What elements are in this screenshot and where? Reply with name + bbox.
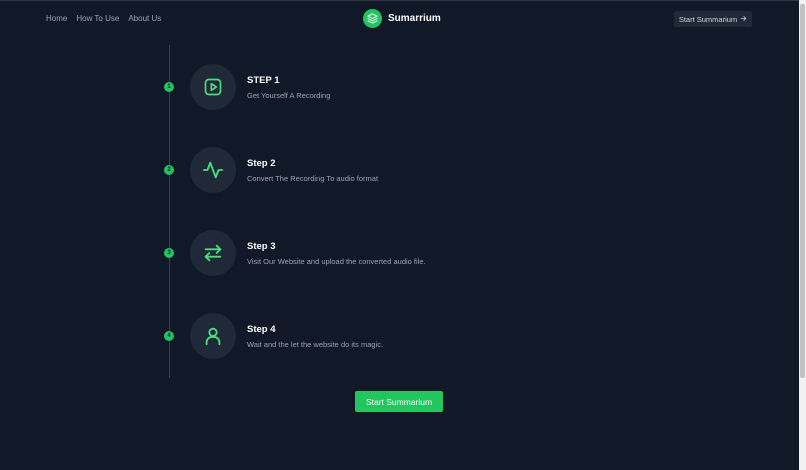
user-icon [190,313,236,359]
start-summarium-button[interactable]: Start Summarium [355,391,443,412]
step-description: Visit Our Website and upload the convert… [247,257,426,266]
arrows-swap-icon [190,230,236,276]
step-3: 3 Step 3 Visit Our Website and upload th… [164,230,564,276]
nav-link-about-us[interactable]: About Us [128,14,161,23]
window-top-border [0,0,806,1]
nav-link-home[interactable]: Home [46,14,67,23]
step-title: Step 4 [247,324,276,335]
step-number-badge: 3 [164,248,174,258]
step-number-badge: 4 [164,331,174,341]
header-start-label: Start Summarium [678,14,738,24]
top-nav: Home How To Use About Us [46,14,161,23]
step-1: 1 STEP 1 Get Yourself A Recording [164,64,564,110]
step-description: Convert The Recording To audio format [247,174,379,183]
step-description: Get Yourself A Recording [247,91,331,100]
scrollbar-thumb[interactable] [800,4,805,378]
activity-icon [190,147,236,193]
play-icon [190,64,236,110]
vertical-scrollbar[interactable] [799,0,806,470]
header-start-button[interactable]: Start Summarium [674,11,752,27]
layers-icon [363,9,382,28]
step-number-badge: 2 [164,165,174,175]
nav-link-how-to-use[interactable]: How To Use [76,14,119,23]
arrow-right-icon [740,15,747,24]
step-description: Wait and the let the website do its magi… [247,340,384,349]
step-title: Step 3 [247,241,276,252]
step-2: 2 Step 2 Convert The Recording To audio … [164,147,564,193]
step-4: 4 Step 4 Wait and the let the website do… [164,313,564,359]
step-title: STEP 1 [247,75,280,86]
step-title: Step 2 [247,158,276,169]
brand[interactable]: Sumarrium [363,9,441,28]
brand-name: Sumarrium [388,13,441,24]
step-number-badge: 1 [164,82,174,92]
